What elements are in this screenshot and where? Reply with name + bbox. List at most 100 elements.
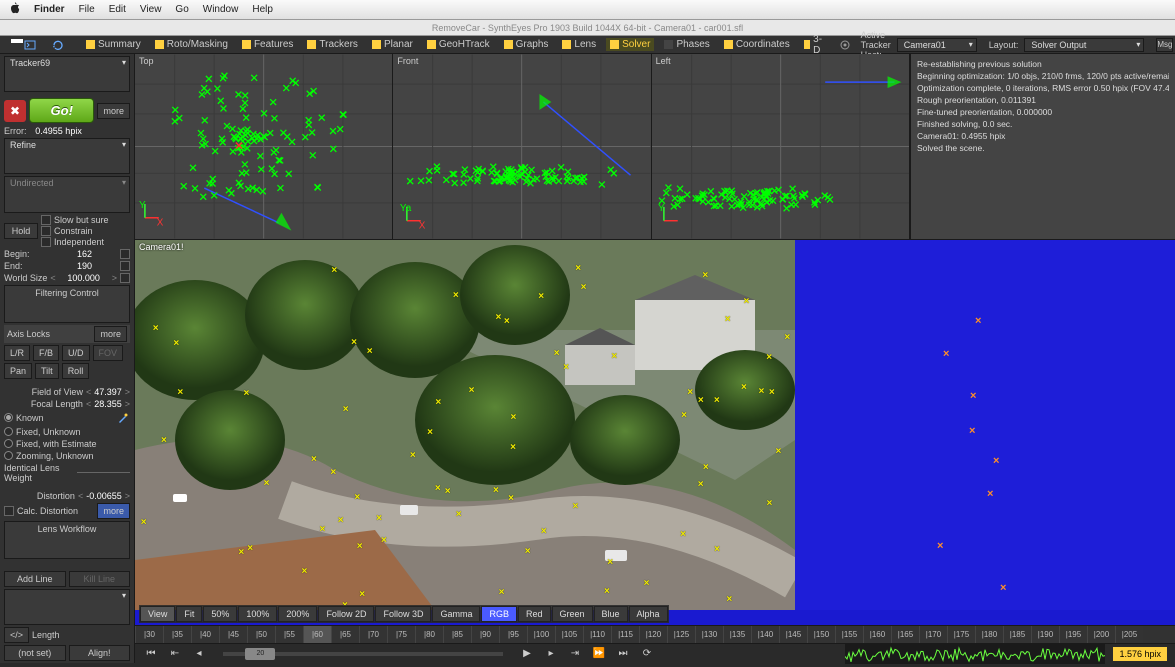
tab-summary[interactable]: Summary (82, 38, 145, 51)
script-icon[interactable] (20, 38, 42, 52)
tab-solver[interactable]: Solver (606, 38, 654, 51)
vtb-view[interactable]: View (140, 606, 175, 622)
timeline-tick[interactable]: |85 (443, 626, 471, 643)
timeline-tick[interactable]: |170 (919, 626, 947, 643)
go-button[interactable]: Go! (29, 98, 94, 123)
timeline-tick[interactable]: |45 (219, 626, 247, 643)
timeline-tick[interactable]: |130 (695, 626, 723, 643)
vtb-rgb[interactable]: RGB (481, 606, 517, 622)
timeline-tick[interactable]: |160 (863, 626, 891, 643)
menu-edit[interactable]: Edit (109, 4, 126, 15)
timeline-tick[interactable]: |70 (359, 626, 387, 643)
world-value[interactable]: 100.000 (59, 273, 109, 283)
ff-icon[interactable]: ⏩ (591, 647, 607, 661)
timeline-tick[interactable]: |80 (415, 626, 443, 643)
lens-workflow-button[interactable]: Lens Workflow (4, 521, 130, 559)
fov-value[interactable]: 47.397 (94, 387, 122, 397)
cancel-button[interactable] (4, 100, 26, 122)
timeline-tick[interactable]: |205 (1115, 626, 1143, 643)
lock-fb[interactable]: F/B (33, 345, 59, 361)
timeline-tick[interactable]: |90 (471, 626, 499, 643)
filtering-button[interactable]: Filtering Control (4, 285, 130, 323)
notset-button[interactable]: (not set) (4, 645, 66, 661)
tab-3d[interactable]: 3-D (800, 33, 829, 57)
menu-window[interactable]: Window (203, 4, 239, 15)
vtb-100[interactable]: 100% (238, 606, 277, 622)
vtb-green[interactable]: Green (552, 606, 593, 622)
menu-file[interactable]: File (79, 4, 95, 15)
camera-viewport[interactable]: Camera01! (135, 240, 1175, 625)
menu-go[interactable]: Go (175, 4, 188, 15)
undirected-dropdown[interactable]: Undirected (4, 176, 130, 212)
begin-lock[interactable] (120, 249, 130, 259)
tab-planar[interactable]: Planar (368, 38, 417, 51)
timeline-tick[interactable]: |35 (163, 626, 191, 643)
apple-icon[interactable] (8, 2, 20, 17)
tab-lens[interactable]: Lens (558, 38, 600, 51)
begin-value[interactable]: 162 (52, 249, 117, 259)
dist-value[interactable]: -0.00655 (86, 491, 122, 501)
timeline-tick[interactable]: |190 (1031, 626, 1059, 643)
menu-view[interactable]: View (140, 4, 162, 15)
lock-lr[interactable]: L/R (4, 345, 30, 361)
tag-button[interactable]: </> (4, 627, 29, 643)
prev-key-icon[interactable]: ⇤ (167, 647, 183, 661)
end-lock[interactable] (120, 261, 130, 271)
timeline-tick[interactable]: |175 (947, 626, 975, 643)
line-dropdown[interactable] (4, 589, 130, 625)
timeline-tick[interactable]: |140 (751, 626, 779, 643)
layout-dropdown[interactable]: Solver Output (1024, 38, 1144, 52)
check-constrain[interactable] (41, 226, 51, 236)
tab-features[interactable]: Features (238, 38, 297, 51)
lock-fov[interactable]: FOV (93, 345, 124, 361)
more-button-1[interactable]: more (97, 103, 130, 119)
msg-button[interactable]: Msg (1156, 38, 1173, 52)
timeline-tick[interactable]: |125 (667, 626, 695, 643)
lock-pan[interactable]: Pan (4, 363, 32, 379)
radio-fixed-unknown[interactable] (4, 427, 13, 436)
world-lock[interactable] (120, 273, 130, 283)
timeline-tick[interactable]: |195 (1059, 626, 1087, 643)
play-icon[interactable]: ▶ (519, 647, 535, 661)
ortho-front[interactable]: Front YaX (393, 54, 651, 239)
timeline-tick[interactable]: |145 (779, 626, 807, 643)
addline-button[interactable]: Add Line (4, 571, 66, 587)
check-calcdist[interactable] (4, 506, 14, 516)
timeline-tick[interactable]: |105 (555, 626, 583, 643)
tab-graphs[interactable]: Graphs (500, 38, 553, 51)
menubar-app[interactable]: Finder (34, 4, 65, 15)
timeline-tick[interactable]: |55 (275, 626, 303, 643)
timeline-ruler[interactable]: |30|35|40|45|50|55|60|65|70|75|80|85|90|… (135, 625, 1175, 643)
next-key-icon[interactable]: ⇥ (567, 647, 583, 661)
timeline-tick[interactable]: |100 (527, 626, 555, 643)
timeline-tick[interactable]: |135 (723, 626, 751, 643)
first-frame-icon[interactable]: ⏮ (143, 647, 159, 661)
vtb-alpha[interactable]: Alpha (629, 606, 668, 622)
timeline-tick[interactable]: |60 (303, 626, 331, 643)
refresh-icon[interactable] (48, 38, 70, 52)
timeline-tick[interactable]: |65 (331, 626, 359, 643)
more-button-2[interactable]: more (94, 326, 127, 342)
hold-button[interactable]: Hold (4, 223, 38, 239)
last-frame-icon[interactable]: ⏭ (615, 647, 631, 661)
vtb-gamma[interactable]: Gamma (432, 606, 480, 622)
timeline-tick[interactable]: |200 (1087, 626, 1115, 643)
lock-tilt[interactable]: Tilt (35, 363, 59, 379)
timeline-tick[interactable]: |165 (891, 626, 919, 643)
lock-ud[interactable]: U/D (62, 345, 90, 361)
timeline-tick[interactable]: |110 (583, 626, 611, 643)
refine-dropdown[interactable]: Refine (4, 138, 130, 174)
next-frame-icon[interactable]: ▸ (543, 647, 559, 661)
vtb-f2d[interactable]: Follow 2D (318, 606, 374, 622)
tab-trackers[interactable]: Trackers (303, 38, 362, 51)
end-value[interactable]: 190 (52, 261, 117, 271)
timeline-tick[interactable]: |40 (191, 626, 219, 643)
frame-slider[interactable]: 20 (223, 652, 503, 656)
timeline-tick[interactable]: |115 (611, 626, 639, 643)
timeline-tick[interactable]: |120 (639, 626, 667, 643)
radio-fixed-estimate[interactable] (4, 439, 13, 448)
vtb-f3d[interactable]: Follow 3D (375, 606, 431, 622)
ortho-left[interactable]: Left Y (652, 54, 910, 239)
loop-icon[interactable]: ⟳ (639, 647, 655, 661)
timeline-tick[interactable]: |95 (499, 626, 527, 643)
